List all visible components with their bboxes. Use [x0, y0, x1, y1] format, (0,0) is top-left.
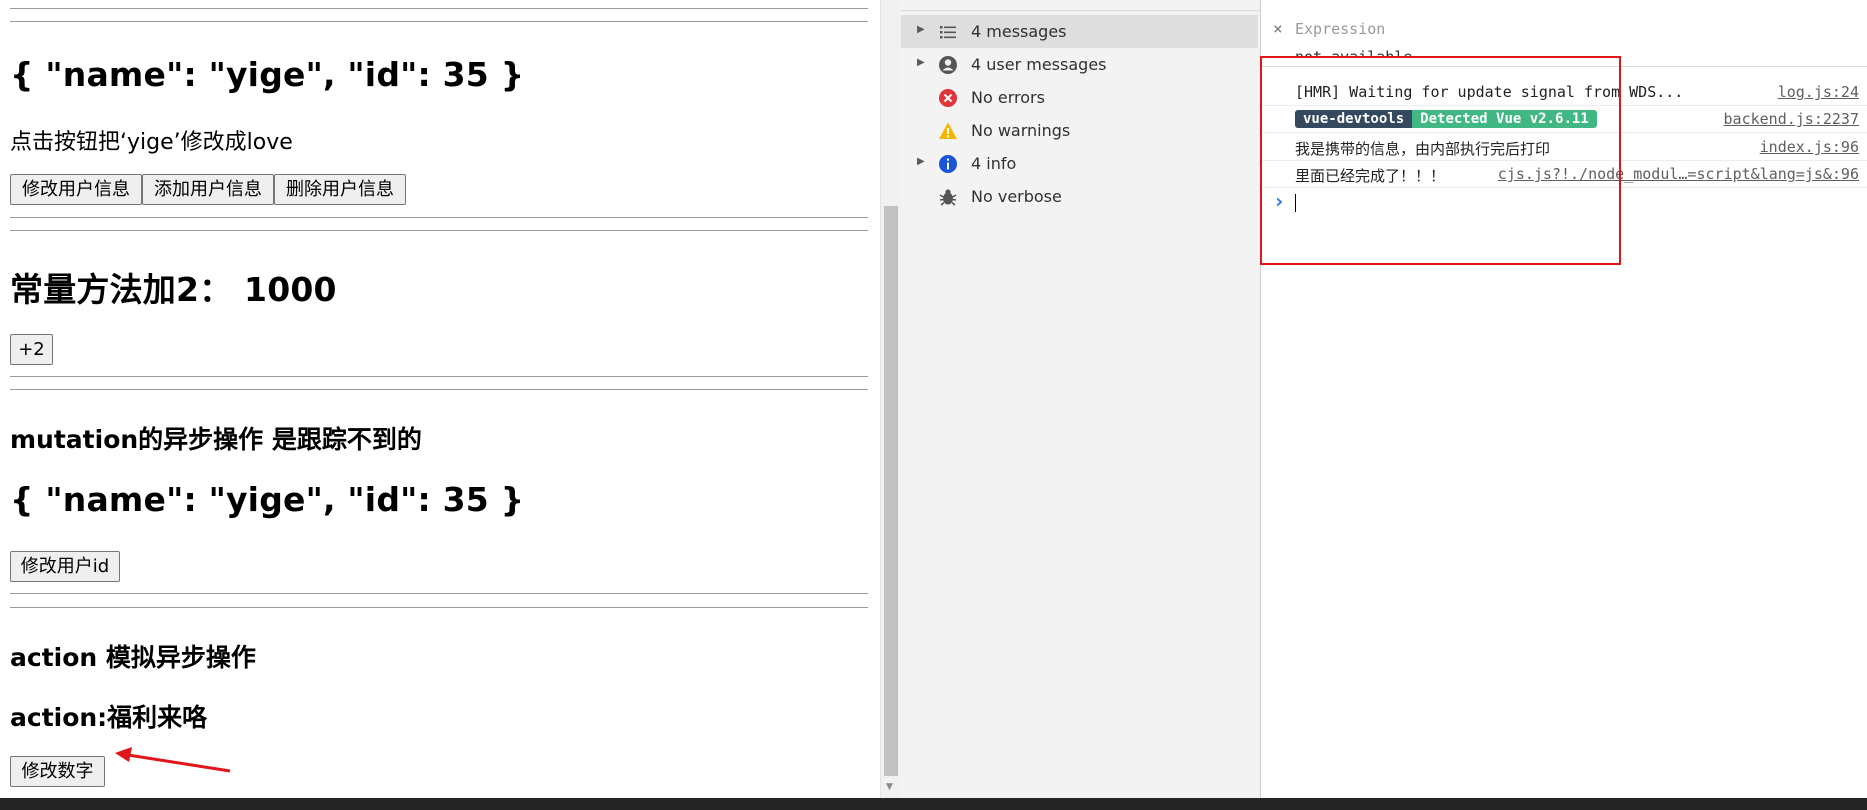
divider [10, 389, 868, 390]
page-scrollbar[interactable]: ▼ [880, 0, 901, 798]
plus-two-button[interactable]: +2 [10, 334, 53, 365]
console-panel: × Expression not available [HMR] Waiting… [1260, 0, 1867, 798]
app-page: { "name": "yige", "id": 35 } 点击按钮把‘yige’… [0, 0, 880, 798]
sidebar-item-errors[interactable]: No errors [901, 81, 1258, 114]
error-icon [939, 89, 957, 107]
status-bar [0, 798, 1867, 810]
sidebar-item-label: No errors [971, 88, 1045, 107]
modify-id-button[interactable]: 修改用户id [10, 551, 120, 582]
divider [10, 376, 868, 377]
info-icon [939, 155, 957, 173]
divider [10, 21, 868, 22]
bug-icon [939, 189, 957, 206]
add-user-button[interactable]: 添加用户信息 [142, 174, 274, 205]
action-text: action:福利来咯 [10, 703, 208, 732]
console-sidebar: ▶ 4 messages ▶ 4 user messages No errors… [901, 0, 1261, 798]
scrollbar-thumb[interactable] [884, 206, 898, 776]
user-icon [939, 56, 957, 74]
divider [10, 217, 868, 218]
sidebar-item-messages[interactable]: ▶ 4 messages [901, 15, 1258, 48]
expand-triangle-icon[interactable]: ▶ [917, 24, 925, 35]
list-icon [940, 26, 956, 39]
modify-user-button[interactable]: 修改用户信息 [10, 174, 142, 205]
modify-number-button[interactable]: 修改数字 [10, 756, 105, 787]
divider [10, 8, 868, 9]
scroll-down-arrow-icon[interactable]: ▼ [886, 782, 893, 792]
highlight-box [1260, 56, 1621, 265]
warning-icon [939, 122, 957, 139]
constant-heading: 常量方法加2： 1000 [10, 270, 337, 309]
sidebar-item-label: 4 user messages [971, 55, 1107, 74]
console-source-link[interactable]: index.js:96 [1760, 138, 1859, 156]
sidebar-item-warnings[interactable]: No warnings [901, 114, 1258, 147]
sidebar-item-label: 4 messages [971, 22, 1067, 41]
divider [10, 607, 868, 608]
sidebar-item-label: 4 info [971, 154, 1017, 173]
expression-input[interactable]: Expression [1295, 20, 1385, 38]
sidebar-item-label: No warnings [971, 121, 1071, 140]
sidebar-item-verbose[interactable]: No verbose [901, 180, 1258, 213]
sidebar-item-info[interactable]: ▶ 4 info [901, 147, 1258, 180]
sidebar-item-user-messages[interactable]: ▶ 4 user messages [901, 48, 1258, 81]
close-expression-icon[interactable]: × [1273, 19, 1283, 38]
delete-user-button[interactable]: 删除用户信息 [274, 174, 406, 205]
sidebar-item-label: No verbose [971, 187, 1062, 206]
instruction-text: 点击按钮把‘yige’修改成love [10, 130, 293, 155]
mutation-heading: mutation的异步操作 是跟踪不到的 [10, 425, 422, 454]
user-json-heading: { "name": "yige", "id": 35 } [10, 55, 525, 94]
divider [10, 230, 868, 231]
sidebar-toolbar [901, 0, 1260, 11]
divider [10, 593, 868, 594]
expand-triangle-icon[interactable]: ▶ [917, 156, 925, 167]
user-json-heading-2: { "name": "yige", "id": 35 } [10, 480, 525, 519]
action-heading: action 模拟异步操作 [10, 643, 256, 672]
expand-triangle-icon[interactable]: ▶ [917, 57, 925, 68]
annotation-arrow [115, 747, 231, 773]
console-source-link[interactable]: backend.js:2237 [1724, 110, 1859, 128]
console-source-link[interactable]: log.js:24 [1778, 83, 1859, 101]
